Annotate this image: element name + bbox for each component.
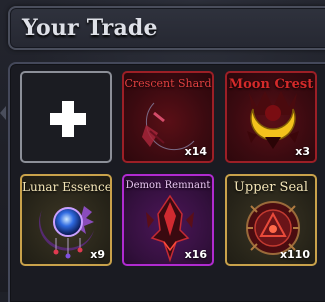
item-slot-lunar-essence[interactable]: Lunar Essence x9 — [20, 174, 112, 266]
item-quantity: x14 — [184, 145, 207, 158]
page-title: Your Trade — [22, 15, 158, 41]
item-slot-crescent-shard[interactable]: Crescent Shard x14 — [122, 71, 214, 163]
item-slot-upper-seal[interactable]: Upper Seal x110 — [225, 174, 317, 266]
item-slot-demon-remnant[interactable]: Demon Remnant x16 — [122, 174, 214, 266]
item-quantity: x3 — [295, 145, 310, 158]
add-item-slot[interactable] — [20, 71, 112, 163]
item-name: Lunar Essence — [22, 180, 112, 194]
item-quantity: x110 — [279, 248, 310, 261]
item-quantity: x16 — [184, 248, 207, 261]
item-name: Demon Remnant — [125, 180, 211, 191]
item-name: Upper Seal — [233, 180, 309, 195]
item-quantity: x9 — [90, 248, 105, 261]
item-name: Moon Crest — [228, 77, 314, 92]
item-slot-moon-crest[interactable]: Moon Crest x3 — [225, 71, 317, 163]
trade-header: Your Trade — [8, 6, 325, 50]
item-name: Crescent Shard — [124, 77, 212, 90]
collapse-arrow-icon[interactable] — [0, 106, 6, 120]
